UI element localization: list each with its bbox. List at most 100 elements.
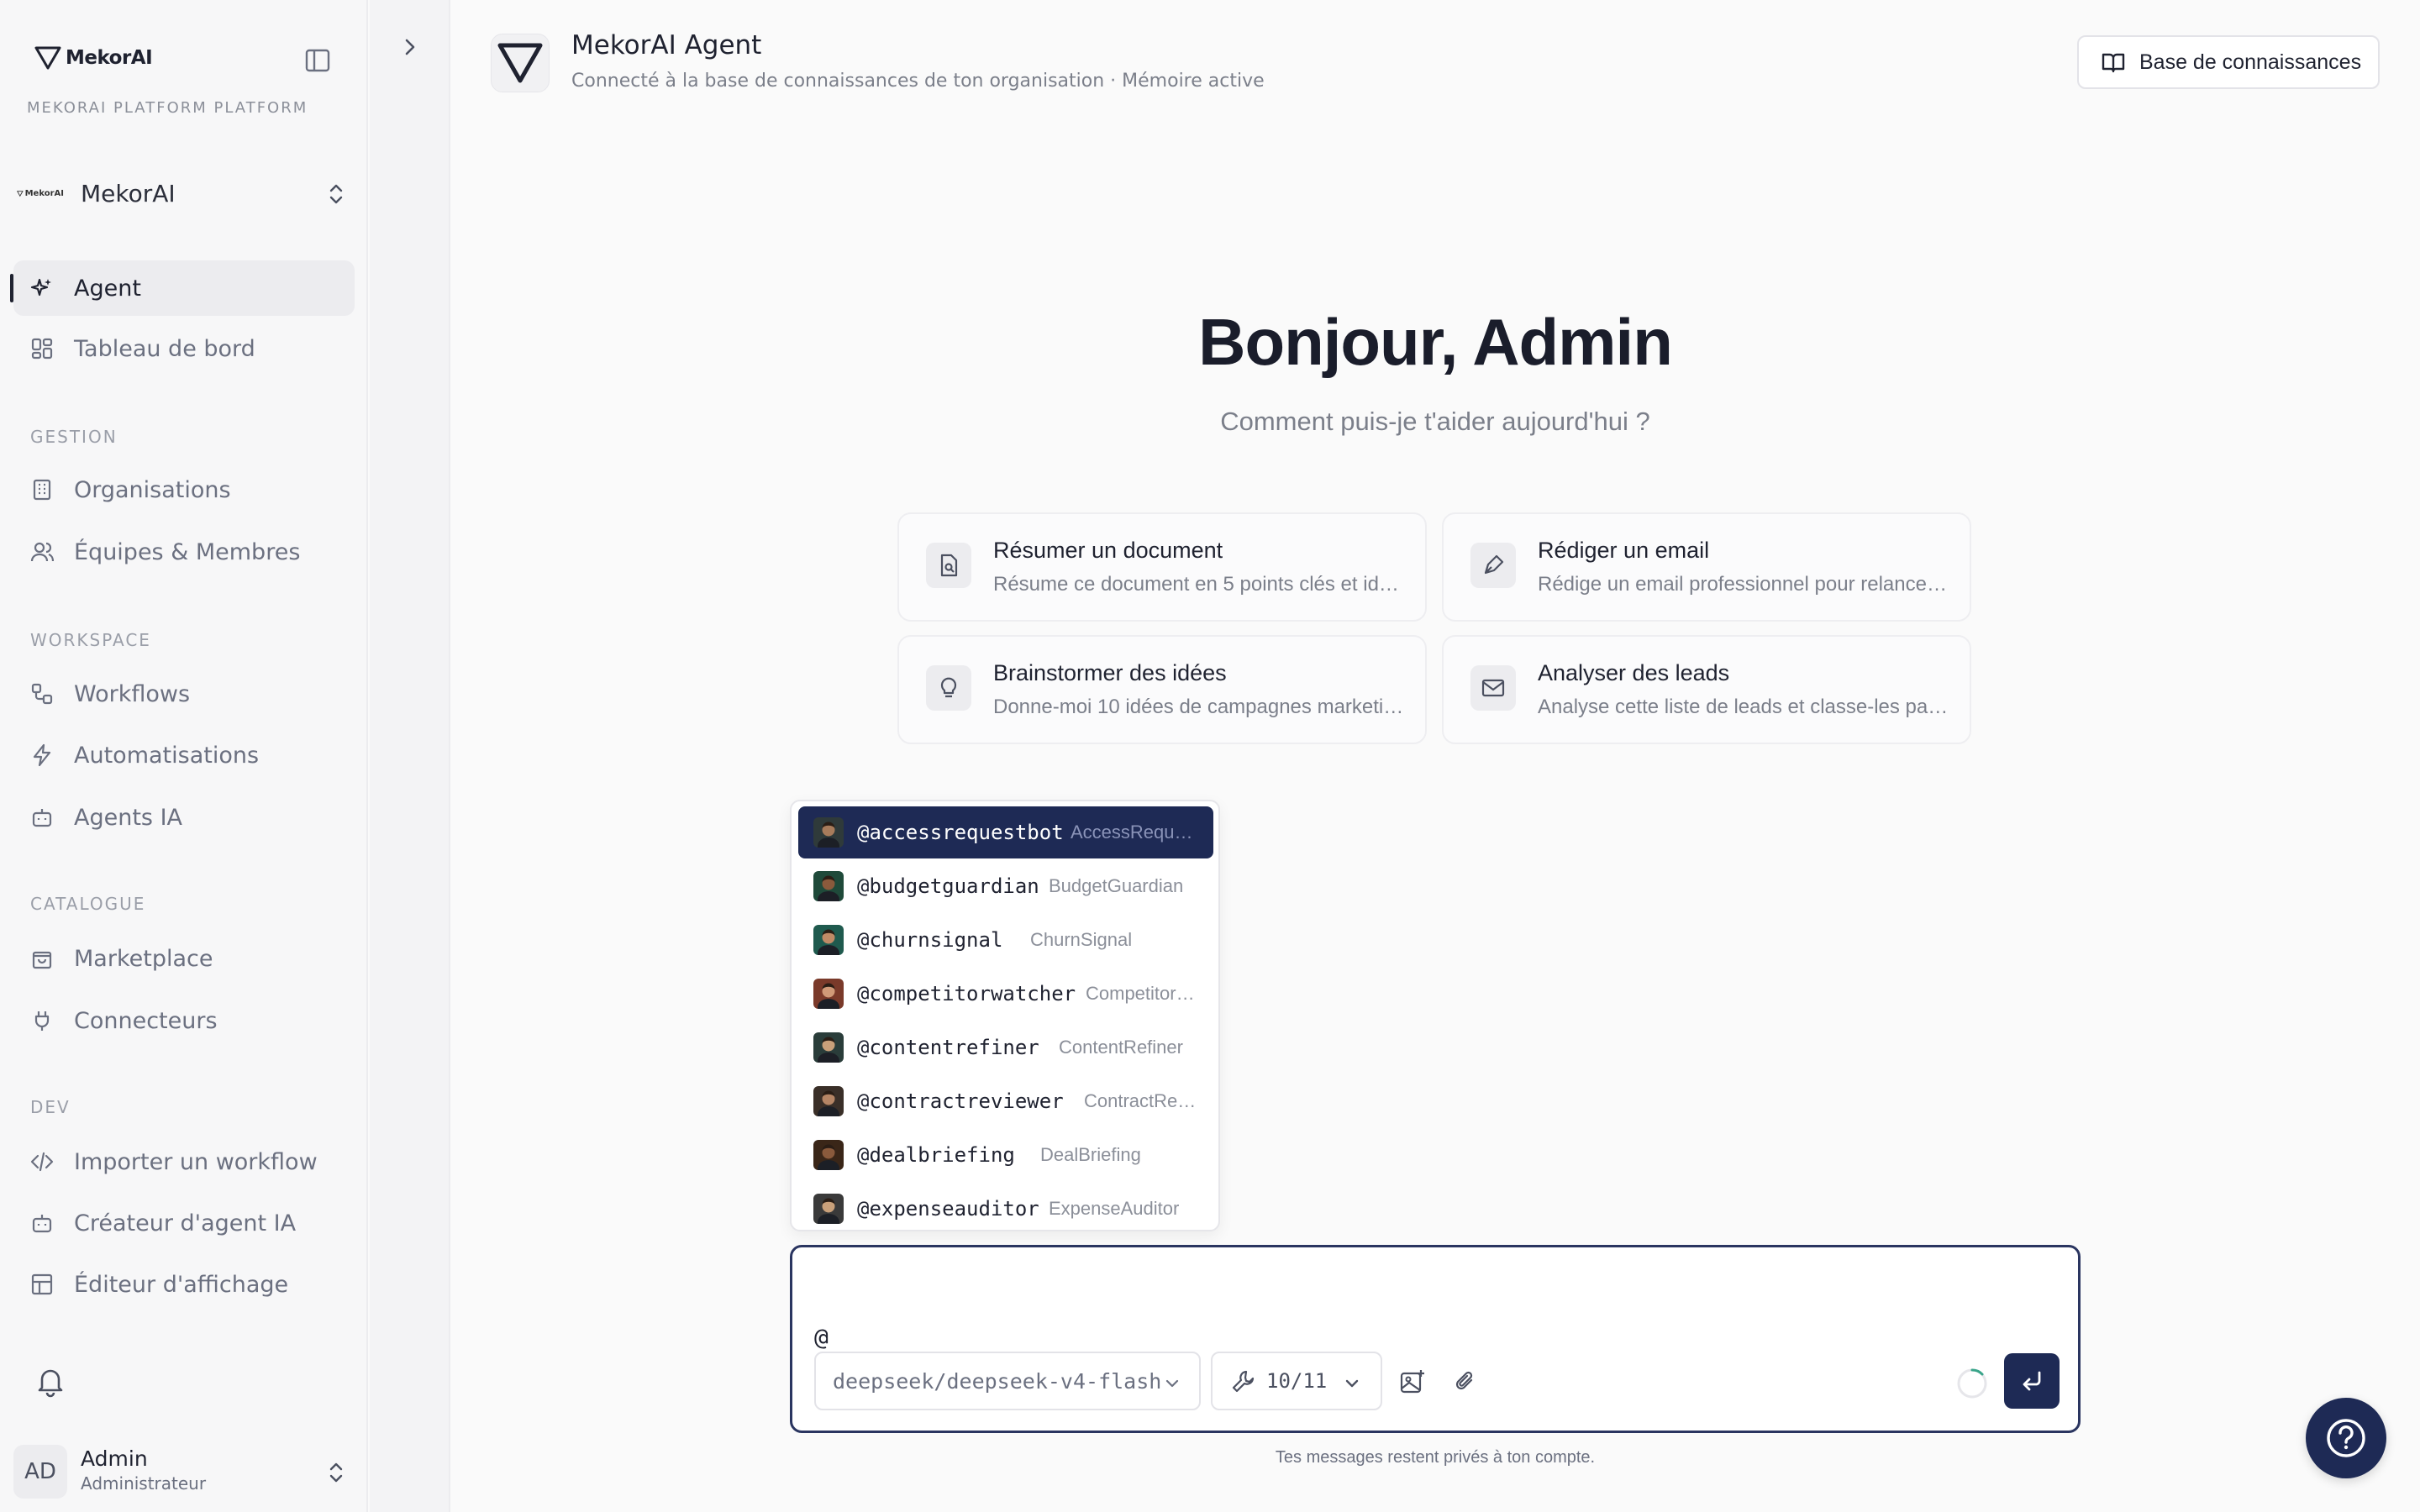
nav-label: Agent <box>74 275 141 302</box>
chevrons-up-down-icon <box>329 184 343 204</box>
mention-option[interactable]: @dealbriefing DealBriefing <box>798 1129 1213 1181</box>
mention-option[interactable]: @accessrequestbot AccessRequestBot <box>798 806 1213 858</box>
nav-item-automations[interactable]: Automatisations <box>13 727 355 783</box>
mention-handle: @accessrequestbot <box>857 821 1064 844</box>
nav-item-connectors[interactable]: Connecteurs <box>13 993 355 1048</box>
mention-handle: @contentrefiner <box>857 1036 1039 1059</box>
agent-avatar <box>813 1032 844 1063</box>
brand-logo-text: MekorAI <box>66 47 153 69</box>
nav-item-teams[interactable]: Équipes & Membres <box>13 524 355 580</box>
knowledge-base-label: Base de connaissances <box>2139 50 2362 74</box>
greeting-title: Bonjour, Admin <box>1198 305 1673 379</box>
workflow-icon <box>31 683 53 705</box>
suggestion-title: Résumer un document <box>993 538 1223 563</box>
suggestion-description: Donne-moi 10 idées de campagnes marketin… <box>993 696 1405 718</box>
help-circle-icon <box>2327 1419 2365 1457</box>
agent-subtitle: Connecté à la base de connaissances de t… <box>571 71 1265 92</box>
suggestion-card[interactable]: Analyser des leads Analyse cette liste d… <box>1442 635 1971 744</box>
nav-item-dashboard[interactable]: Tableau de bord <box>13 321 355 376</box>
panel-left-icon <box>305 49 330 72</box>
nav-label: Organisations <box>74 476 231 503</box>
section-label-dev: DEV <box>30 1097 71 1117</box>
mention-option[interactable]: @churnsignal ChurnSignal <box>798 914 1213 966</box>
model-select[interactable]: deepseek/deepseek-v4-flash <box>814 1352 1201 1410</box>
org-switcher[interactable]: MekorAI MekorAI <box>13 171 356 215</box>
shopping-bag-icon <box>32 951 52 969</box>
mention-option[interactable]: @budgetguardian BudgetGuardian <box>798 860 1213 912</box>
nav-item-agent[interactable]: Agent <box>10 260 355 316</box>
user-menu[interactable]: AD Admin Administrateur <box>13 1443 356 1500</box>
agent-avatar <box>813 1140 844 1170</box>
help-button[interactable] <box>2306 1398 2386 1478</box>
suggestion-card[interactable]: Résumer un document Résume ce document e… <box>897 512 1427 622</box>
org-logo: MekorAI <box>13 189 64 198</box>
suggestion-title: Brainstormer des idées <box>993 660 1227 685</box>
chevrons-up-down-icon <box>329 1462 343 1483</box>
sidebar: MekorAI MEKORAI PLATFORM PLATFORM MekorA… <box>0 0 368 1512</box>
nav-label: Automatisations <box>74 742 260 769</box>
nav-label: Workflows <box>74 680 191 707</box>
mail-icon <box>1470 665 1516 711</box>
history-rail <box>370 0 450 1512</box>
privacy-note: Tes messages restent privés à ton compte… <box>1275 1448 1596 1467</box>
mention-option[interactable]: @contentrefiner ContentRefiner <box>798 1021 1213 1074</box>
mention-handle: @competitorwatcher <box>857 982 1076 1005</box>
chevron-down-icon <box>1345 1379 1359 1388</box>
wrench-icon <box>1232 1370 1255 1393</box>
greeting-subtitle: Comment puis-je t'aider aujourd'hui ? <box>1220 407 1650 436</box>
nav-item-ai-agents[interactable]: Agents IA <box>13 790 355 845</box>
nav-item-display-editor[interactable]: Éditeur d'affichage <box>13 1257 355 1312</box>
nav-item-workflows[interactable]: Workflows <box>13 666 355 722</box>
book-open-icon <box>2102 53 2125 73</box>
nav-label: Équipes & Membres <box>74 538 301 565</box>
image-upload-icon[interactable] <box>1399 1368 1426 1395</box>
composer[interactable]: @ deepseek/deepseek-v4-flash 10/11 <box>790 1245 2081 1433</box>
mention-option[interactable]: @expenseauditor ExpenseAuditor <box>798 1183 1213 1230</box>
suggestion-card[interactable]: Brainstormer des idées Donne-moi 10 idée… <box>897 635 1427 744</box>
mention-menu: @accessrequestbot AccessRequestBot @budget… <box>790 800 1220 1231</box>
user-role: Administrateur <box>81 1473 207 1494</box>
expand-history-button[interactable] <box>398 35 422 59</box>
brand-logo[interactable]: MekorAI <box>34 45 153 71</box>
org-name: MekorAI <box>81 179 176 207</box>
bell-icon <box>38 1369 63 1398</box>
user-name: Admin <box>81 1446 148 1471</box>
nav-label: Marketplace <box>74 945 213 972</box>
suggestion-card[interactable]: Rédiger un email Rédige un email profess… <box>1442 512 1971 622</box>
notifications-button[interactable] <box>34 1364 67 1398</box>
send-button[interactable] <box>2004 1353 2060 1409</box>
agent-title: MekorAI Agent <box>571 30 762 60</box>
sidebar-toggle-button[interactable] <box>304 47 331 74</box>
layout-icon <box>31 1273 53 1295</box>
nav-label: Éditeur d'affichage <box>74 1271 289 1298</box>
agent-logo <box>491 34 550 92</box>
code-icon <box>30 1152 54 1172</box>
knowledge-base-button[interactable]: Base de connaissances <box>2077 35 2380 89</box>
platform-label: MEKORAI PLATFORM PLATFORM <box>27 99 308 117</box>
nav-item-import-workflow[interactable]: Importer un workflow <box>13 1134 355 1189</box>
suggestion-title: Rédiger un email <box>1538 538 1710 563</box>
mention-agent-name: ChurnSignal <box>1030 929 1133 950</box>
nav-item-marketplace[interactable]: Marketplace <box>13 931 355 986</box>
message-input[interactable]: @ <box>814 1323 829 1351</box>
mention-option[interactable]: @competitorwatcher CompetitorWatcher <box>798 968 1213 1020</box>
nav-label: Agents IA <box>74 804 183 831</box>
agent-avatar <box>813 979 844 1009</box>
nav-item-organisations[interactable]: Organisations <box>13 462 355 517</box>
agent-avatar <box>813 925 844 955</box>
tools-select[interactable]: 10/11 <box>1211 1352 1382 1410</box>
mention-handle: @churnsignal <box>857 928 1003 952</box>
nav-label: Connecteurs <box>74 1007 218 1034</box>
paperclip-icon[interactable] <box>1453 1368 1480 1395</box>
suggestion-description: Analyse cette liste de leads et classe-l… <box>1538 696 1949 718</box>
mention-option[interactable]: @contractreviewer ContractReviewer <box>798 1075 1213 1127</box>
sparkles-icon <box>30 278 51 297</box>
mention-agent-name: ExpenseAuditor <box>1049 1198 1180 1219</box>
suggestion-title: Analyser des leads <box>1538 660 1730 685</box>
nav-item-agent-builder[interactable]: Créateur d'agent IA <box>13 1195 355 1251</box>
mention-handle: @budgetguardian <box>857 874 1039 898</box>
suggestion-description: Rédige un email professionnel pour relan… <box>1538 573 1949 596</box>
org-logo-text: MekorAI <box>24 188 64 198</box>
agent-avatar <box>813 1194 844 1224</box>
mention-agent-name: DealBriefing <box>1040 1144 1141 1165</box>
